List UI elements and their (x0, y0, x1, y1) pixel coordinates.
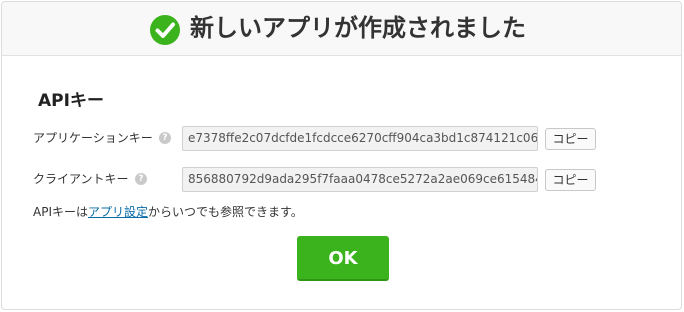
application-key-field[interactable]: e7378ffe2c07dcfde1fcdcce6270cff904ca3bd1… (182, 126, 538, 151)
client-key-label: クライアントキー (33, 172, 129, 186)
app-created-dialog: 新しいアプリが作成されました APIキー アプリケーションキー ? e7378f… (1, 1, 682, 310)
dialog-header: 新しいアプリが作成されました (2, 2, 681, 56)
app-settings-link[interactable]: アプリ設定 (88, 205, 148, 219)
client-key-help-icon[interactable]: ? (135, 173, 147, 185)
footnote-suffix: からいつでも参照できます。 (148, 205, 303, 219)
footnote-prefix: APIキーは (33, 205, 88, 219)
api-key-section-title: APIキー (38, 91, 104, 111)
dialog-title: 新しいアプリが作成されました (190, 14, 526, 42)
client-key-field[interactable]: 856880792d9ada295f7faaa0478ce5272a2ae069… (182, 167, 538, 192)
application-key-help-icon[interactable]: ? (159, 132, 171, 144)
copy-application-key-button[interactable]: コピー (545, 128, 596, 150)
application-key-label: アプリケーションキー (33, 131, 153, 145)
api-key-footnote: APIキーはアプリ設定からいつでも参照できます。 (33, 203, 303, 221)
check-circle-icon (150, 15, 180, 45)
copy-client-key-button[interactable]: コピー (545, 169, 596, 191)
ok-button[interactable]: OK (297, 236, 389, 281)
